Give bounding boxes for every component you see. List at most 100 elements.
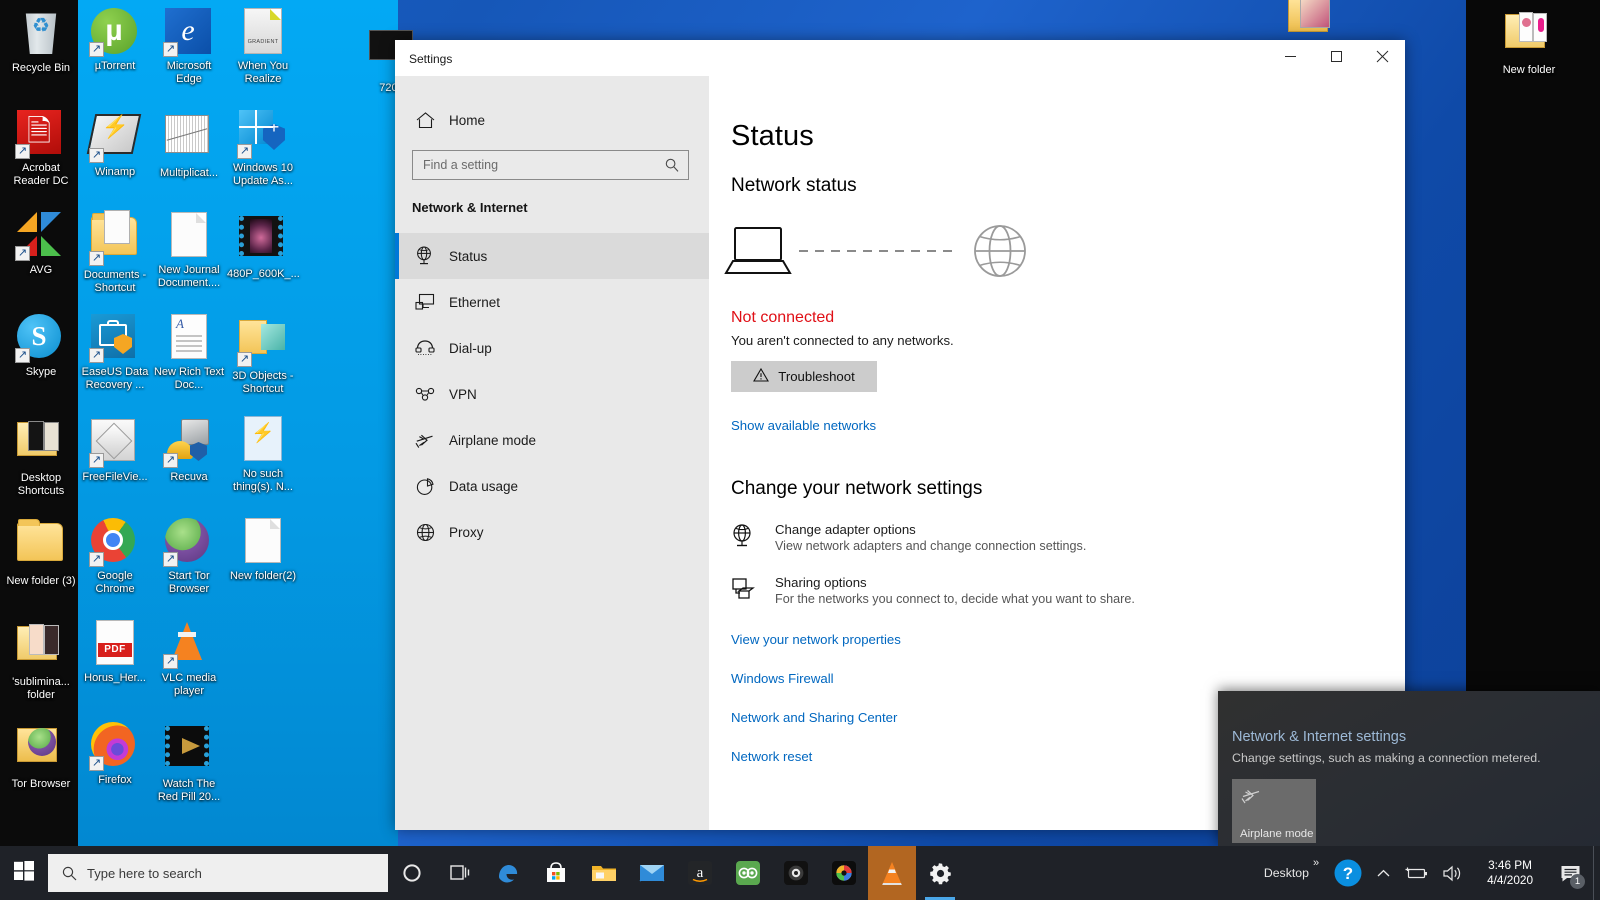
desktop-icon-easeus-data-recovery[interactable]: ↗ EaseUS Data Recovery ... — [78, 314, 152, 391]
help-icon[interactable]: ? — [1326, 846, 1370, 900]
taskbar-search-box[interactable]: Type here to search — [48, 854, 388, 892]
page-icon — [239, 518, 287, 566]
option-title[interactable]: Change adapter options — [775, 522, 1086, 537]
show-available-networks-link[interactable]: Show available networks — [731, 418, 876, 433]
task-view-icon[interactable] — [436, 846, 484, 900]
show-desktop-button[interactable] — [1593, 846, 1600, 900]
sidebar-item-ethernet[interactable]: Ethernet — [395, 279, 709, 325]
microsoft-store-icon[interactable] — [532, 846, 580, 900]
troubleshoot-button[interactable]: Troubleshoot — [731, 361, 877, 392]
vlc-icon[interactable] — [868, 846, 916, 900]
desktop-icon-label: New folder(2) — [229, 570, 297, 582]
desktop-icon-freefilevie[interactable]: ↗ FreeFileVie... — [78, 416, 152, 484]
file-explorer-icon[interactable] — [580, 846, 628, 900]
desktop-icon-recuva[interactable]: ↗ Recuva — [152, 416, 226, 484]
redpill-icon — [165, 726, 213, 774]
color-app-icon[interactable] — [820, 846, 868, 900]
sidebar-item-dial-up[interactable]: Dial-up — [395, 325, 709, 371]
window-titlebar[interactable]: Settings — [395, 40, 1405, 76]
show-hidden-icons-chevron-icon[interactable] — [1370, 846, 1397, 900]
volume-icon[interactable] — [1435, 846, 1470, 900]
desktop-icon-watch-the-red-pill-20[interactable]: Watch The Red Pill 20... — [152, 722, 226, 803]
airplane-icon — [409, 431, 441, 449]
desktop-icon-start-tor-browser[interactable]: ↗ Start Tor Browser — [152, 518, 226, 595]
amazon-icon[interactable]: a — [676, 846, 724, 900]
desktop-icon-sublimina-folder[interactable]: 'sublimina... folder — [4, 620, 78, 701]
network-link-network-and-sharing-center[interactable]: Network and Sharing Center — [731, 710, 897, 725]
desktop-icon-recycle-bin[interactable]: Recycle Bin — [4, 8, 78, 75]
network-status-heading: Network status — [731, 175, 857, 196]
taskbar[interactable]: Type here to search a Desktop » ? 3:46 P… — [0, 846, 1600, 900]
desktop-icon-vlc-media-player[interactable]: ↗ VLC media player — [152, 620, 226, 697]
quick-tile-label: Airplane mode — [1240, 828, 1314, 840]
start-button[interactable] — [0, 846, 48, 900]
sidebar-item-label: Dial-up — [449, 340, 492, 356]
win10upd-icon: ↗ — [237, 110, 287, 159]
edge-icon[interactable] — [484, 846, 532, 900]
shortcut-overlay-icon: ↗ — [163, 654, 178, 669]
sidebar-item-label: Ethernet — [449, 294, 501, 310]
sidebar-item-status[interactable]: Status — [395, 233, 709, 279]
option-title[interactable]: Sharing options — [775, 575, 1135, 590]
sidebar-item-proxy[interactable]: Proxy — [395, 509, 709, 555]
desktop-icon-avg[interactable]: ↗ AVG — [4, 212, 78, 277]
desktop-icon-label: 'sublimina... folder — [12, 676, 70, 701]
desktop-icon-tor-browser[interactable]: Tor Browser — [4, 722, 78, 791]
desktop-icon-acrobat-reader-dc[interactable]: 🗎 ↗ Acrobat Reader DC — [4, 110, 78, 187]
desktop-icon-new-folder-3[interactable]: New folder (3) — [4, 518, 78, 588]
desktop-icon-label: No such thing(s). N... — [233, 468, 293, 493]
desktop-icon-documents-shortcut[interactable]: ↗ Documents - Shortcut — [78, 210, 152, 294]
desktop-icon-desktop-shortcuts[interactable]: Desktop Shortcuts — [4, 416, 78, 497]
desktop-icon-label: Recycle Bin — [11, 62, 71, 74]
network-link-windows-firewall[interactable]: Windows Firewall — [731, 671, 834, 686]
maximize-button[interactable] — [1313, 40, 1359, 72]
sidebar-item-data-usage[interactable]: Data usage — [395, 463, 709, 509]
mail-icon[interactable] — [628, 846, 676, 900]
cortana-icon[interactable] — [388, 846, 436, 900]
option-description: View network adapters and change connect… — [775, 539, 1087, 553]
desktop-icon-3d-objects-shortcut[interactable]: ↗ 3D Objects - Shortcut — [226, 314, 300, 395]
sidebar-item-home[interactable]: Home — [395, 100, 709, 140]
camera-app-icon[interactable] — [772, 846, 820, 900]
network-link-network-reset[interactable]: Network reset — [731, 749, 812, 764]
settings-gear-icon[interactable] — [916, 846, 964, 900]
desktop-icon-new-journal-document[interactable]: New Journal Document.... — [152, 212, 226, 289]
desktop-icon-google-chrome[interactable]: ↗ Google Chrome — [78, 518, 152, 595]
desktop-icon-new-rich-text-doc[interactable]: New Rich Text Doc... — [152, 314, 226, 391]
desktop-icon-winamp[interactable]: ↗ Winamp — [78, 110, 152, 179]
option-sharing-options[interactable]: Sharing options For the networks you con… — [731, 575, 1405, 606]
desktop-icon-horus-her[interactable]: Horus_Her... — [78, 620, 152, 685]
desktop-icon-windows-10-update-as[interactable]: ↗ Windows 10 Update As... — [226, 110, 300, 187]
search-box[interactable] — [412, 150, 689, 180]
desktop-icon-skype[interactable]: S ↗ Skype — [4, 314, 78, 379]
sidebar-item-vpn[interactable]: VPN — [395, 371, 709, 417]
sidebar-item-airplane-mode[interactable]: Airplane mode — [395, 417, 709, 463]
close-button[interactable] — [1359, 40, 1405, 72]
desktop-icon-480p-600k[interactable]: 480P_600K_... — [226, 212, 300, 281]
battery-icon[interactable] — [1397, 846, 1435, 900]
desktop-icon-microsoft-edge[interactable]: e ↗ Microsoft Edge — [152, 8, 226, 85]
shortcut-overlay-icon: ↗ — [89, 552, 104, 567]
quick-tile-airplane-mode[interactable]: Airplane mode — [1232, 779, 1316, 843]
search-input[interactable] — [413, 158, 665, 172]
desktop-icon-multiplicat[interactable]: Multiplicat... — [152, 110, 226, 180]
option-change-adapter-options[interactable]: Change adapter options View network adap… — [731, 522, 1405, 553]
svg-text:?: ? — [1343, 864, 1353, 883]
network-link-view-your-network-properties[interactable]: View your network properties — [731, 632, 901, 647]
network-settings-flyout[interactable]: Network & Internet settings Change setti… — [1218, 691, 1600, 846]
desktop-icon-no-such-thing-s-n[interactable]: No such thing(s). N... — [226, 416, 300, 493]
system-tray: Desktop » ? 3:46 PM 4/4/2020 1 — [1257, 846, 1600, 900]
desktop-icon-new-folder-2[interactable]: New folder(2) — [226, 518, 300, 583]
desktop-icon-when-you-realize[interactable]: When You Realize — [226, 8, 300, 85]
tripadvisor-icon[interactable] — [724, 846, 772, 900]
desktop-icon-firefox[interactable]: ↗ Firefox — [78, 722, 152, 787]
desktop-icon-label: New folder (3) — [6, 575, 76, 587]
tray-desktop-label[interactable]: Desktop » — [1257, 846, 1326, 900]
desktop-icon-new-folder[interactable]: New folder — [1492, 8, 1566, 77]
desktop-icon-torrent[interactable]: µ ↗ µTorrent — [78, 8, 152, 73]
minimize-button[interactable] — [1267, 40, 1313, 72]
warning-triangle-icon — [753, 367, 770, 385]
skype-icon: S ↗ — [15, 314, 65, 363]
action-center-icon[interactable]: 1 — [1550, 846, 1593, 900]
clock[interactable]: 3:46 PM 4/4/2020 — [1470, 846, 1550, 900]
